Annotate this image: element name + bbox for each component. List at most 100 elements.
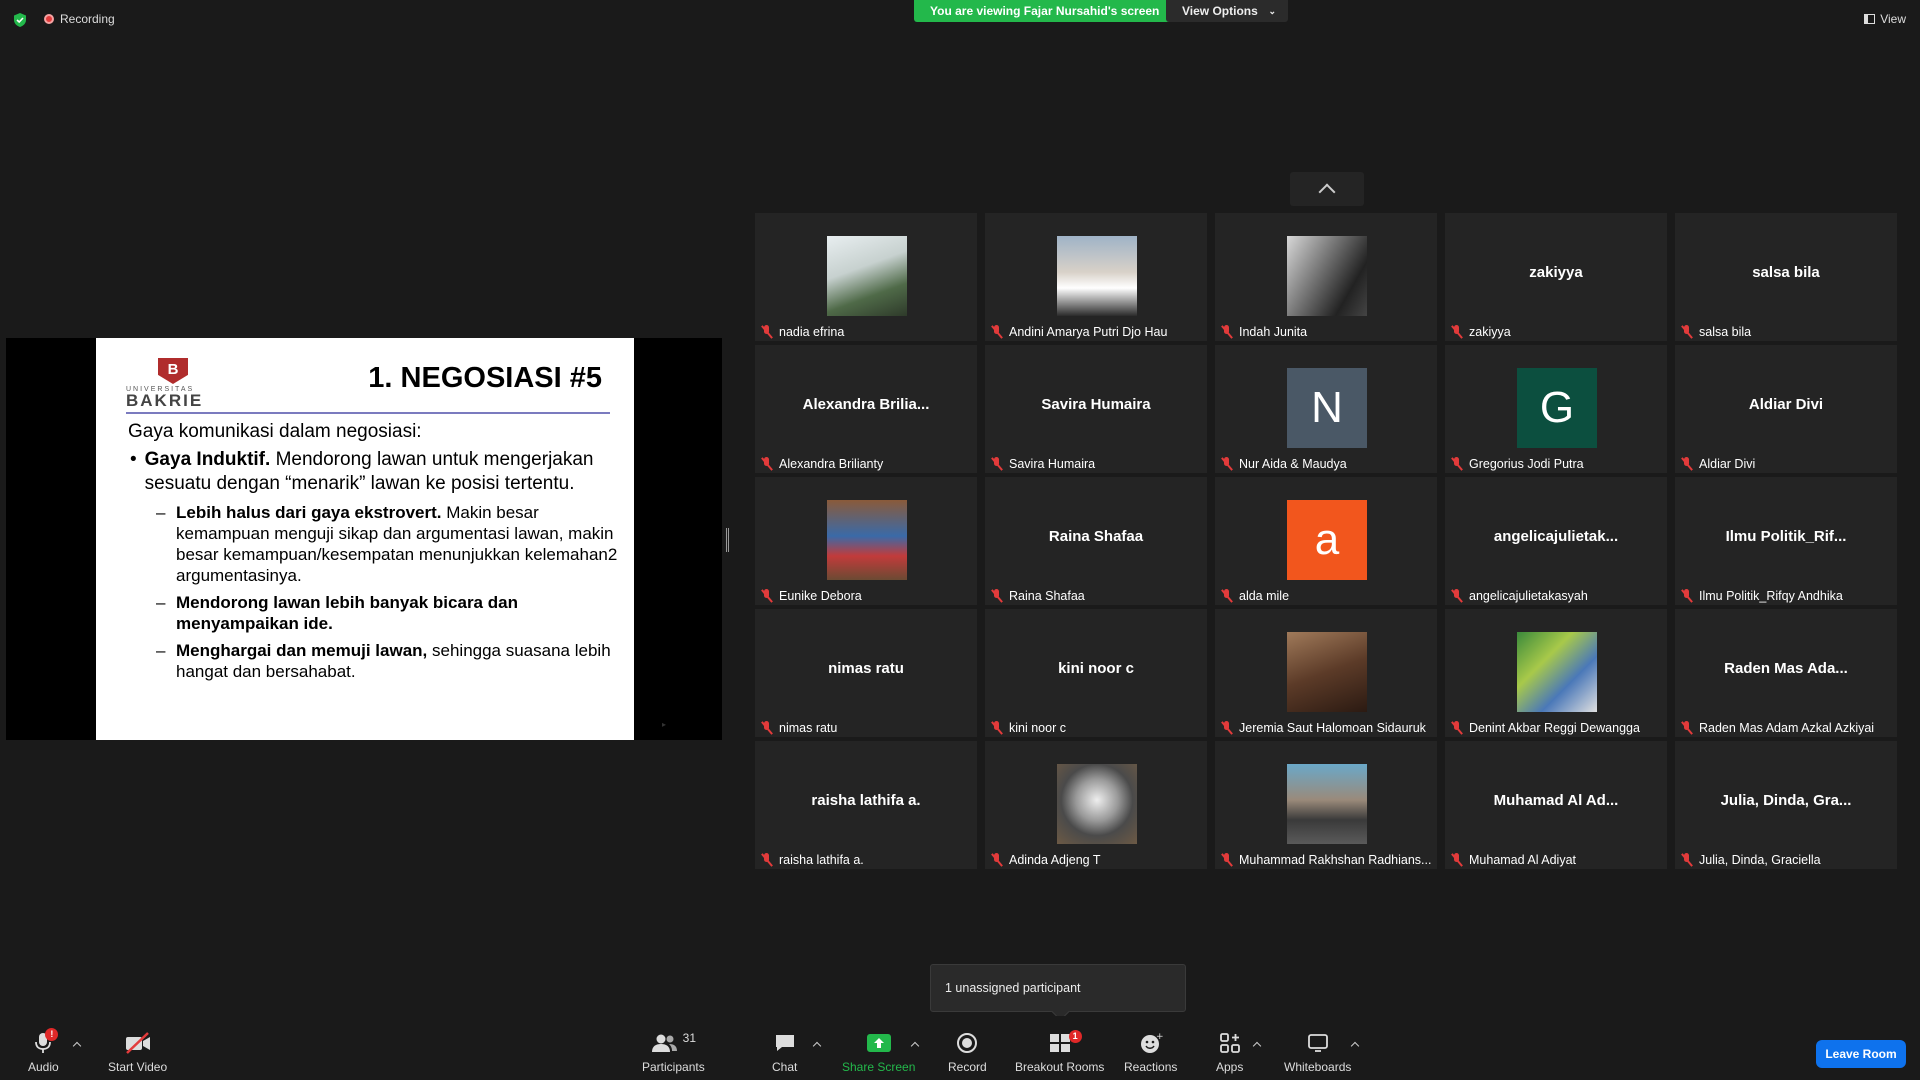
sub-bold: Mendorong lawan lebih banyak bicara dan … bbox=[176, 593, 518, 633]
participant-tile[interactable]: kini noor c kini noor c bbox=[985, 609, 1207, 737]
participant-nameplate: Gregorius Jodi Putra bbox=[1451, 457, 1663, 471]
participant-name: Julia, Dinda, Graciella bbox=[1699, 853, 1821, 867]
share-options-caret-icon[interactable] bbox=[910, 1040, 920, 1050]
participant-name: Andini Amarya Putri Djo Hau bbox=[1009, 325, 1168, 339]
chat-options-caret-icon[interactable] bbox=[812, 1040, 822, 1050]
view-options-button[interactable]: View Options ⌄ bbox=[1166, 0, 1288, 22]
chat-button[interactable]: Chat bbox=[772, 1030, 797, 1074]
participant-display-name: nimas ratu bbox=[828, 660, 904, 677]
participant-nameplate: alda mile bbox=[1221, 589, 1433, 603]
participant-display-name: Raina Shafaa bbox=[1048, 528, 1144, 545]
participant-tile[interactable]: G Gregorius Jodi Putra bbox=[1445, 345, 1667, 473]
slide-intro: Gaya komunikasi dalam negosiasi: bbox=[128, 421, 422, 442]
leave-room-button[interactable]: Leave Room bbox=[1816, 1040, 1906, 1068]
participant-name: angelicajulietakasyah bbox=[1469, 589, 1588, 603]
start-video-button[interactable]: Start Video bbox=[108, 1030, 167, 1074]
participant-name: Alexandra Brilianty bbox=[779, 457, 884, 471]
participant-tile[interactable]: Alexandra Brilia... Alexandra Brilianty bbox=[755, 345, 977, 473]
participant-tile[interactable]: Aldiar Divi Aldiar Divi bbox=[1675, 345, 1897, 473]
participant-name: Aldiar Divi bbox=[1699, 457, 1756, 471]
logo-bottom-text: BAKRIE bbox=[126, 391, 204, 410]
participant-tile[interactable]: zakiyya zakiyya bbox=[1445, 213, 1667, 341]
sub-text: Mendorong lawan lebih banyak bicara dan … bbox=[176, 592, 618, 634]
sub-bold: Lebih halus dari gaya ekstrovert. bbox=[176, 503, 442, 522]
participant-tile[interactable]: Denint Akbar Reggi Dewangga bbox=[1445, 609, 1667, 737]
participant-nameplate: Nur Aida & Maudya bbox=[1221, 457, 1433, 471]
participant-initial-avatar: N bbox=[1287, 368, 1367, 448]
reactions-button[interactable]: + Reactions bbox=[1124, 1030, 1177, 1074]
participant-tile[interactable]: Muhamad Al Ad... Muhamad Al Adiyat bbox=[1445, 741, 1667, 869]
participant-tile[interactable]: Indah Junita bbox=[1215, 213, 1437, 341]
apps-icon bbox=[1219, 1030, 1241, 1056]
view-options-label: View Options bbox=[1182, 4, 1258, 18]
participant-name: nimas ratu bbox=[779, 721, 838, 735]
participant-nameplate: Denint Akbar Reggi Dewangga bbox=[1451, 721, 1663, 735]
muted-mic-icon bbox=[1451, 853, 1463, 867]
participant-tile[interactable]: salsa bila salsa bila bbox=[1675, 213, 1897, 341]
participant-tile[interactable]: Adinda Adjeng T bbox=[985, 741, 1207, 869]
record-button[interactable]: Record bbox=[948, 1030, 987, 1074]
participant-nameplate: Raina Shafaa bbox=[991, 589, 1203, 603]
participant-nameplate: Muhammad Rakhshan Radhians... bbox=[1221, 853, 1433, 867]
participant-name: Muhamad Al Adiyat bbox=[1469, 853, 1577, 867]
participant-nameplate: Muhamad Al Adiyat bbox=[1451, 853, 1663, 867]
participant-tile[interactable]: Andini Amarya Putri Djo Hau bbox=[985, 213, 1207, 341]
participant-tile[interactable]: a alda mile bbox=[1215, 477, 1437, 605]
share-screen-button[interactable]: Share Screen bbox=[842, 1030, 915, 1074]
participant-initial-avatar: a bbox=[1287, 500, 1367, 580]
microphone-icon: ! bbox=[33, 1028, 59, 1056]
participant-tile[interactable]: raisha lathifa a. raisha lathifa a. bbox=[755, 741, 977, 869]
participant-name: zakiyya bbox=[1469, 325, 1511, 339]
participant-tile[interactable]: Raden Mas Ada... Raden Mas Adam Azkal Azk… bbox=[1675, 609, 1897, 737]
participants-button[interactable]: 31 Participants bbox=[642, 1030, 705, 1074]
record-label: Record bbox=[948, 1060, 987, 1074]
split-view-handle[interactable] bbox=[726, 528, 729, 552]
participant-tile[interactable]: Ilmu Politik_Rif... Ilmu Politik_Rifqy An… bbox=[1675, 477, 1897, 605]
muted-mic-icon bbox=[1221, 325, 1233, 339]
participants-label: Participants bbox=[642, 1060, 705, 1074]
audio-alert-badge: ! bbox=[45, 1028, 59, 1041]
whiteboards-button[interactable]: Whiteboards bbox=[1284, 1030, 1351, 1074]
sub-dash: – bbox=[156, 503, 166, 522]
participant-tile[interactable]: Muhammad Rakhshan Radhians... bbox=[1215, 741, 1437, 869]
apps-options-caret-icon[interactable] bbox=[1252, 1040, 1262, 1050]
participant-tile[interactable]: Savira Humaira Savira Humaira bbox=[985, 345, 1207, 473]
participant-name: salsa bila bbox=[1699, 325, 1752, 339]
recording-indicator[interactable]: Recording bbox=[44, 12, 115, 26]
slide-body: Gaya komunikasi dalam negosiasi: • Gaya … bbox=[128, 420, 618, 682]
participant-name: Raden Mas Adam Azkal Azkiyai bbox=[1699, 721, 1875, 735]
audio-button[interactable]: ! Audio bbox=[28, 1028, 59, 1074]
participant-nameplate: zakiyya bbox=[1451, 325, 1663, 339]
participant-tile[interactable]: Raina Shafaa Raina Shafaa bbox=[985, 477, 1207, 605]
breakout-rooms-button[interactable]: 1 Breakout Rooms bbox=[1015, 1030, 1104, 1074]
muted-mic-icon bbox=[761, 325, 773, 339]
muted-mic-icon bbox=[761, 721, 773, 735]
participant-video-thumbnail bbox=[1057, 236, 1137, 316]
whiteboards-options-caret-icon[interactable] bbox=[1350, 1040, 1360, 1050]
participant-tile[interactable]: nimas ratu nimas ratu bbox=[755, 609, 977, 737]
security-shield-icon[interactable] bbox=[12, 12, 28, 28]
participant-tile[interactable]: angelicajulietak... angelicajulietakasyah bbox=[1445, 477, 1667, 605]
previous-page-button[interactable] bbox=[1290, 172, 1364, 206]
participant-tile[interactable]: nadia efrina bbox=[755, 213, 977, 341]
chevron-down-icon: ⌄ bbox=[1268, 6, 1276, 16]
view-button[interactable]: View bbox=[1864, 12, 1906, 26]
participant-display-name: salsa bila bbox=[1752, 264, 1820, 281]
shared-screen: B UNIVERSITAS BAKRIE 1. NEGOSIASI #5 Gay… bbox=[6, 338, 722, 740]
participants-count: 31 bbox=[682, 1031, 697, 1045]
participant-tile[interactable]: Julia, Dinda, Gra... Julia, Dinda, Gracie… bbox=[1675, 741, 1897, 869]
participant-tile[interactable]: N Nur Aida & Maudya bbox=[1215, 345, 1437, 473]
sub-dash: – bbox=[156, 593, 166, 612]
muted-mic-icon bbox=[1681, 457, 1693, 471]
participant-tile[interactable]: Jeremia Saut Halomoan Sidauruk bbox=[1215, 609, 1437, 737]
participant-name: Jeremia Saut Halomoan Sidauruk bbox=[1239, 721, 1426, 735]
participant-name: Savira Humaira bbox=[1009, 457, 1096, 471]
muted-mic-icon bbox=[1221, 589, 1233, 603]
participant-tile[interactable]: Eunike Debora bbox=[755, 477, 977, 605]
participant-video-thumbnail bbox=[1057, 764, 1137, 844]
apps-button[interactable]: Apps bbox=[1216, 1030, 1243, 1074]
muted-mic-icon bbox=[991, 721, 1003, 735]
slide-sub-bullet: – Menghargai dan memuji lawan, sehingga … bbox=[156, 640, 618, 682]
sub-bold: Menghargai dan memuji lawan, bbox=[176, 641, 428, 660]
audio-options-caret-icon[interactable] bbox=[72, 1040, 82, 1050]
